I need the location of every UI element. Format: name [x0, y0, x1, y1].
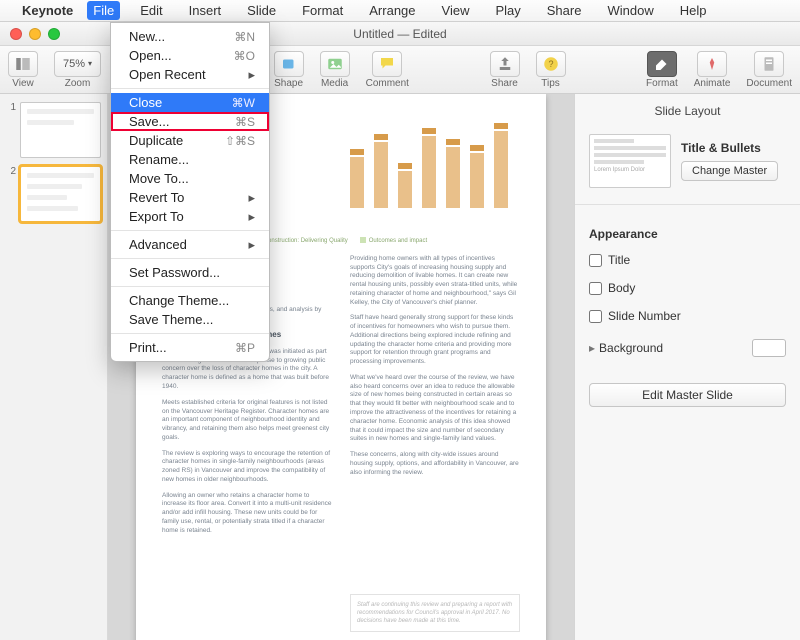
slide-chart — [350, 116, 520, 208]
zoom-label: Zoom — [65, 78, 91, 89]
menu-edit[interactable]: Edit — [134, 1, 168, 20]
animate-button[interactable] — [697, 51, 727, 77]
toolbar-view-group: View — [8, 51, 38, 89]
file-menu-rename[interactable]: Rename... — [111, 150, 269, 169]
file-menu-revert-to[interactable]: Revert To▸ — [111, 188, 269, 207]
menu-slide[interactable]: Slide — [241, 1, 282, 20]
background-label: Background — [599, 341, 663, 355]
menu-view[interactable]: View — [436, 1, 476, 20]
disclosure-icon[interactable]: ▸ — [589, 341, 595, 355]
inspector-title: Slide Layout — [589, 104, 786, 124]
menu-insert[interactable]: Insert — [183, 1, 228, 20]
tips-button[interactable]: ? — [536, 51, 566, 77]
master-preview: Lorem Ipsum Dolor — [589, 134, 671, 188]
body-checkbox[interactable]: Body — [589, 279, 786, 297]
file-menu-new[interactable]: New...⌘N — [111, 27, 269, 46]
menu-window[interactable]: Window — [601, 1, 659, 20]
menu-share[interactable]: Share — [541, 1, 588, 20]
system-menubar: Keynote File Edit Insert Slide Format Ar… — [0, 0, 800, 22]
file-menu-change-theme[interactable]: Change Theme... — [111, 291, 269, 310]
zoom-button[interactable]: 75% ▾ — [54, 51, 101, 77]
document-button[interactable] — [754, 51, 784, 77]
file-menu-open[interactable]: Open...⌘O — [111, 46, 269, 65]
inspector-panel: Slide Layout Lorem Ipsum Dolor Title & B… — [574, 94, 800, 640]
slide-thumb-1[interactable]: 1 — [6, 102, 101, 158]
title-checkbox[interactable]: Title — [589, 251, 786, 269]
file-menu-set-password[interactable]: Set Password... — [111, 263, 269, 282]
file-menu-print[interactable]: Print...⌘P — [111, 338, 269, 357]
file-menu-move-to[interactable]: Move To... — [111, 169, 269, 188]
file-menu-dropdown: New...⌘NOpen...⌘OOpen Recent▸Close⌘WSave… — [110, 22, 270, 362]
close-window-button[interactable] — [10, 28, 22, 40]
menu-play[interactable]: Play — [489, 1, 526, 20]
file-menu-export-to[interactable]: Export To▸ — [111, 207, 269, 226]
right-column: Providing home owners with all types of … — [350, 255, 520, 632]
view-label: View — [12, 78, 34, 89]
minimize-window-button[interactable] — [29, 28, 41, 40]
format-button[interactable] — [647, 51, 677, 77]
slide-number-checkbox[interactable]: Slide Number — [589, 307, 786, 325]
menu-help[interactable]: Help — [674, 1, 713, 20]
slide-thumb-2[interactable]: 2 — [6, 166, 101, 222]
slide-navigator: 1 2 — [0, 94, 108, 640]
file-menu-advanced[interactable]: Advanced▸ — [111, 235, 269, 254]
app-name[interactable]: Keynote — [22, 3, 73, 18]
change-master-button[interactable]: Change Master — [681, 161, 778, 181]
toolbar-zoom-group: 75% ▾ Zoom — [54, 51, 101, 89]
svg-text:?: ? — [548, 59, 553, 69]
comment-button[interactable] — [372, 51, 402, 77]
master-name: Title & Bullets — [681, 141, 786, 155]
edit-master-button[interactable]: Edit Master Slide — [589, 383, 786, 407]
menu-format[interactable]: Format — [296, 1, 349, 20]
fullscreen-window-button[interactable] — [48, 28, 60, 40]
window-title: Untitled — Edited — [353, 27, 446, 41]
file-menu-open-recent[interactable]: Open Recent▸ — [111, 65, 269, 84]
file-menu-save[interactable]: Save...⌘S — [111, 112, 269, 131]
view-button[interactable] — [8, 51, 38, 77]
file-menu-close[interactable]: Close⌘W — [111, 93, 269, 112]
background-color-well[interactable] — [752, 339, 786, 357]
menu-arrange[interactable]: Arrange — [363, 1, 421, 20]
media-button[interactable] — [320, 51, 350, 77]
share-button[interactable] — [490, 51, 520, 77]
file-menu-duplicate[interactable]: Duplicate⇧⌘S — [111, 131, 269, 150]
file-menu-save-theme[interactable]: Save Theme... — [111, 310, 269, 329]
appearance-section: Appearance — [589, 227, 786, 241]
menu-file[interactable]: File — [87, 1, 120, 20]
shape-button[interactable] — [274, 51, 304, 77]
